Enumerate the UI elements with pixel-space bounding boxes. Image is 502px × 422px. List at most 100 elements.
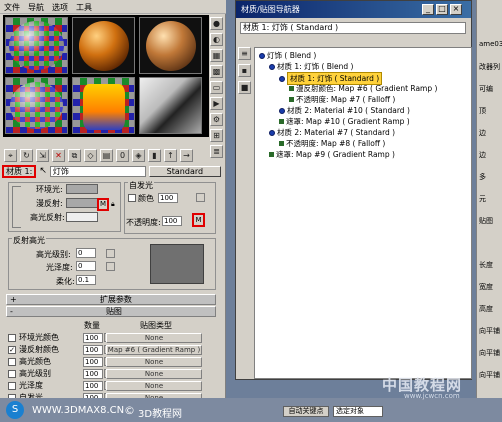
tree-node[interactable]: 遮罩: Map #9 ( Gradient Ramp ) <box>269 149 395 160</box>
tree-node[interactable]: 材质 2: Material #10 ( Standard ) <box>279 105 410 116</box>
command-panel-item[interactable]: 向平铺 <box>479 370 500 380</box>
delete-icon[interactable]: ✕ <box>52 149 65 162</box>
soften-value[interactable]: 0.1 <box>76 275 96 285</box>
background-icon[interactable]: ▦ <box>210 49 223 62</box>
extended-params-rollout[interactable]: + 扩展参数 <box>6 294 216 305</box>
material-slot-2[interactable] <box>72 17 135 74</box>
opacity-map-button[interactable]: M <box>192 213 205 227</box>
self-illum-map-button[interactable] <box>196 193 205 202</box>
command-panel-item[interactable]: 可编 <box>479 84 493 94</box>
menu-navigation[interactable]: 导航 <box>28 2 44 12</box>
self-illum-value[interactable]: 100 <box>158 193 178 203</box>
select-by-material-icon[interactable]: ⊞ <box>210 129 223 142</box>
map-type-button[interactable]: None <box>106 357 202 367</box>
map-amount[interactable]: 100 <box>83 344 103 355</box>
tree-node[interactable]: 漫反射颜色: Map #6 ( Gradient Ramp ) <box>289 83 437 94</box>
ambient-swatch[interactable] <box>66 184 98 194</box>
selected-set-dropdown[interactable]: 选定对象 <box>333 406 383 417</box>
menu-tools[interactable]: 工具 <box>76 2 92 12</box>
command-panel-item[interactable]: 贴图 <box>479 216 493 226</box>
lock-icon[interactable]: 🔒︎ <box>111 200 115 209</box>
specular-swatch[interactable] <box>66 212 98 222</box>
command-panel-item[interactable]: 向平铺 <box>479 326 500 336</box>
tree-node[interactable]: 遮罩: Map #10 ( Gradient Ramp ) <box>279 116 410 127</box>
command-panel-item[interactable]: 长度 <box>479 260 493 270</box>
map-type-button[interactable]: None <box>106 381 202 391</box>
map-enable-checkbox[interactable] <box>8 369 16 378</box>
command-panel-item[interactable]: 改器列 <box>479 62 500 72</box>
large-icons-icon[interactable]: ■ <box>238 81 251 94</box>
go-sibling-icon[interactable]: → <box>180 149 193 162</box>
command-panel-item[interactable]: 向平铺 <box>479 348 500 358</box>
material-slot-1[interactable] <box>5 17 68 74</box>
copy-icon[interactable]: ⧉ <box>68 149 81 162</box>
map-type-button[interactable]: None <box>106 333 202 343</box>
map-enable-checkbox[interactable] <box>8 333 16 342</box>
menu-options[interactable]: 选项 <box>52 2 68 12</box>
video-check-icon[interactable]: ▭ <box>210 81 223 94</box>
menu-file[interactable]: 文件 <box>4 2 20 12</box>
editor-menubar: 文件 导航 选项 工具 <box>0 0 226 14</box>
auto-key-button[interactable]: 自动关键点 <box>283 406 329 417</box>
map-amount[interactable]: 100 <box>83 380 103 391</box>
map-enable-checkbox[interactable] <box>8 357 16 366</box>
spec-level-map[interactable] <box>106 249 115 258</box>
minimize-button[interactable]: _ <box>422 4 434 15</box>
opacity-value[interactable]: 100 <box>162 216 182 226</box>
self-illum-color-checkbox[interactable] <box>128 194 136 202</box>
editor-toolbar: ⌖ ↻ ⇲ ✕ ⧉ ◇ ▤ 0 ◈ ▮ ↑ → <box>3 148 223 163</box>
unique-icon[interactable]: ◇ <box>84 149 97 162</box>
tree-node[interactable]: 材质 1: 灯饰 ( Blend ) <box>269 61 353 72</box>
command-panel-item[interactable]: 多 <box>479 172 486 182</box>
glossiness-map[interactable] <box>106 262 115 271</box>
map-type-button[interactable]: Map #6 ( Gradient Ramp ) <box>106 345 202 355</box>
show-map-icon[interactable]: ◈ <box>132 149 145 162</box>
uv-tiling-icon[interactable]: ▩ <box>210 65 223 78</box>
spec-level-value[interactable]: 0 <box>76 248 96 258</box>
material-slot-4[interactable] <box>5 77 68 134</box>
command-panel-item[interactable]: 边 <box>479 150 486 160</box>
small-icons-icon[interactable]: ▪ <box>238 64 251 77</box>
material-name-input[interactable]: 灯饰 <box>49 165 146 177</box>
map-enable-checkbox[interactable]: ✓ <box>8 345 16 354</box>
map-type-button[interactable]: None <box>106 369 202 379</box>
command-panel-item[interactable]: 高度 <box>479 304 493 314</box>
options-icon[interactable]: ⚙ <box>210 113 223 126</box>
list-view-icon[interactable]: ≡ <box>238 47 251 60</box>
command-panel-item[interactable]: 宽度 <box>479 282 493 292</box>
tree-node[interactable]: 不透明度: Map #8 ( Falloff ) <box>279 138 385 149</box>
map-amount[interactable]: 100 <box>83 332 103 343</box>
show-end-icon[interactable]: ▮ <box>148 149 161 162</box>
material-type-button[interactable]: Standard <box>148 165 221 177</box>
library-icon[interactable]: ▤ <box>100 149 113 162</box>
map-enable-checkbox[interactable] <box>8 381 16 390</box>
maps-rollout[interactable]: - 贴图 <box>6 306 216 317</box>
material-slot-3[interactable] <box>139 17 202 74</box>
tree-node[interactable]: 不透明度: Map #7 ( Falloff ) <box>289 94 395 105</box>
command-panel-item[interactable]: 顶 <box>479 106 486 116</box>
command-panel-item[interactable]: ame03 <box>479 40 502 48</box>
make-preview-icon[interactable]: ▶ <box>210 97 223 110</box>
put-to-scene-icon[interactable]: ↻ <box>20 149 33 162</box>
tree-node[interactable]: 灯饰 ( Blend ) <box>259 50 316 61</box>
diffuse-swatch[interactable] <box>66 198 98 208</box>
effects-channel-icon[interactable]: 0 <box>116 149 129 162</box>
command-panel-item[interactable]: 边 <box>479 128 486 138</box>
material-slot-6[interactable] <box>139 77 202 134</box>
go-parent-icon[interactable]: ↑ <box>164 149 177 162</box>
sample-type-icon[interactable]: ● <box>210 17 223 30</box>
get-material-icon[interactable]: ⌖ <box>4 149 17 162</box>
maximize-button[interactable]: □ <box>436 4 448 15</box>
map-amount[interactable]: 100 <box>83 368 103 379</box>
eyedropper-icon[interactable]: ↖ <box>39 166 47 176</box>
map-amount[interactable]: 100 <box>83 356 103 367</box>
maps-amount-header: 数量 <box>84 321 100 330</box>
glossiness-value[interactable]: 0 <box>76 261 96 271</box>
tree-node[interactable]: 材质 2: Material #7 ( Standard ) <box>269 127 395 138</box>
backlight-icon[interactable]: ◐ <box>210 33 223 46</box>
diffuse-map-button[interactable]: M <box>97 198 109 211</box>
command-panel-item[interactable]: 元 <box>479 194 486 204</box>
material-slot-5[interactable] <box>72 77 135 134</box>
assign-icon[interactable]: ⇲ <box>36 149 49 162</box>
close-button[interactable]: × <box>450 4 462 15</box>
